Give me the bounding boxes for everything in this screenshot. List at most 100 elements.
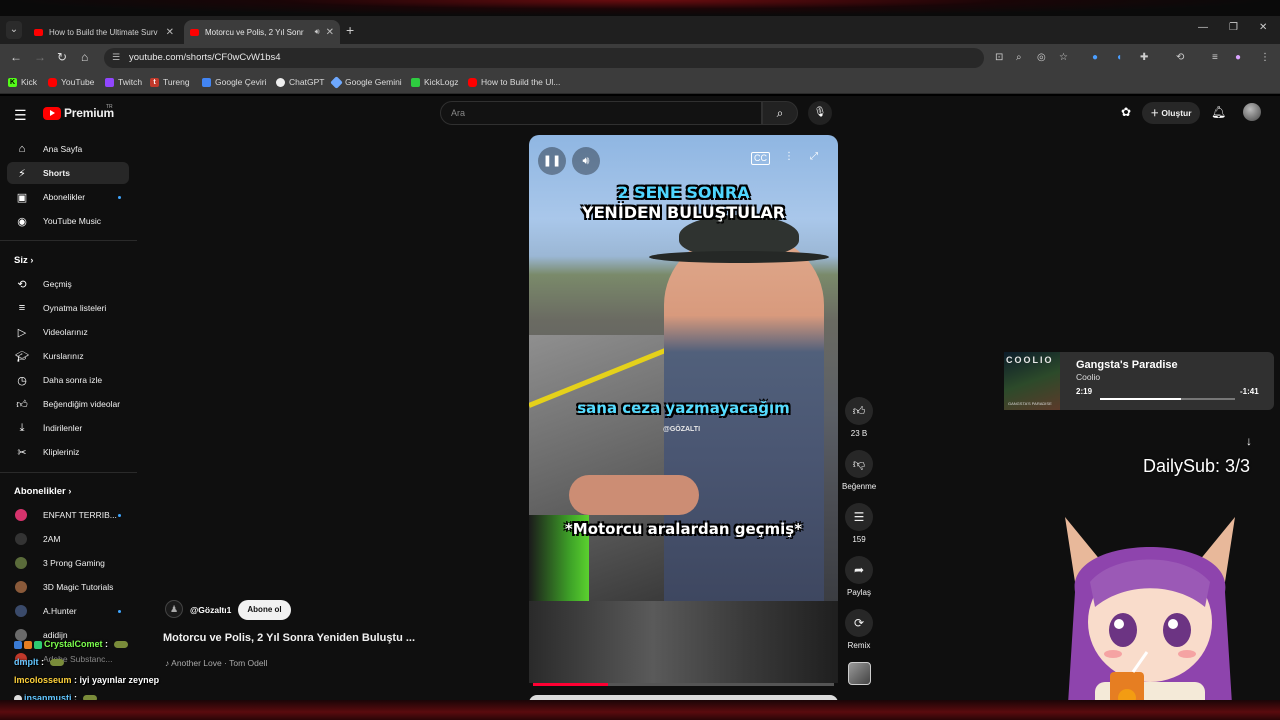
- maximize-icon[interactable]: ❐: [1229, 22, 1238, 33]
- now-playing-artist: Coolio: [1076, 372, 1101, 382]
- channel-avatar[interactable]: ♟: [165, 600, 183, 618]
- install-app-icon[interactable]: ⊡: [995, 52, 1003, 63]
- sidebar-item-clips[interactable]: ✂︎ Klipleriniz: [7, 441, 129, 463]
- logo-region: TR: [106, 104, 113, 110]
- dislike-button[interactable]: 👎︎ Beğenme: [842, 450, 876, 491]
- eye-off-icon[interactable]: ◎: [1037, 52, 1046, 63]
- reload-icon[interactable]: ↻: [57, 50, 67, 64]
- sidebar-item-shorts[interactable]: ⚡︎ Shorts: [7, 162, 129, 184]
- sidebar-item-downloads[interactable]: ⤓ İndirilenler: [7, 417, 129, 439]
- mascot-eye-shine: [1168, 619, 1178, 629]
- browser-tab[interactable]: How to Build the Ultimate Surv ✕: [28, 20, 180, 44]
- mascot-blush: [1178, 650, 1196, 658]
- studio-icon[interactable]: ✿: [1121, 105, 1131, 119]
- bookmark-twitch[interactable]: Twitch: [105, 77, 142, 87]
- sidebar-subscriptions-heading[interactable]: Abonelikler ›: [14, 486, 71, 497]
- extensions-puzzle-icon[interactable]: ✚: [1140, 52, 1148, 63]
- audio-playing-icon[interactable]: 🔊︎: [315, 27, 320, 37]
- remix-button[interactable]: ⟳ Remix: [842, 609, 876, 650]
- home-icon[interactable]: ⌂: [81, 50, 88, 64]
- volume-button[interactable]: 🔊︎: [572, 147, 600, 175]
- close-tab-icon[interactable]: ✕: [326, 27, 334, 38]
- youtube-premium-logo[interactable]: Premium TR: [43, 104, 114, 120]
- sidebar-sub-channel[interactable]: 3D Magic Tutorials: [7, 576, 129, 598]
- sidebar-item-youtube-music[interactable]: ◉ YouTube Music: [7, 210, 129, 232]
- pause-button[interactable]: ❚❚: [538, 147, 566, 175]
- notifications-bell-icon[interactable]: 🔔︎: [1211, 105, 1226, 119]
- new-tab-icon[interactable]: +: [346, 22, 354, 38]
- search-input[interactable]: Ara: [440, 101, 762, 125]
- profile-icon[interactable]: ●: [1235, 52, 1241, 63]
- channel-name[interactable]: @Gözaltı1: [190, 605, 231, 615]
- sidebar-sub-channel[interactable]: ENFANT TERRIB...: [7, 504, 129, 526]
- tab-search-chevron-icon[interactable]: ⌄: [6, 21, 22, 39]
- twitch-icon: [105, 77, 114, 87]
- menu-kebab-icon[interactable]: ⋮: [1260, 52, 1270, 63]
- tab-title: How to Build the Ultimate Surv: [49, 27, 158, 37]
- shorts-video-player[interactable]: ❚❚ 🔊︎ CC ⋮ ⤢ 2 SENE SONRA YENİDEN BULUŞT…: [529, 135, 838, 601]
- sidebar-item-label: A.Hunter: [43, 606, 77, 616]
- search-button[interactable]: ⌕: [762, 101, 798, 125]
- address-bar[interactable]: ☰ youtube.com/shorts/CF0wCvW1bs4: [104, 48, 984, 68]
- browser-tab-active[interactable]: Motorcu ve Polis, 2 Yıl Sonr 🔊︎ ✕: [184, 20, 340, 44]
- zoom-icon[interactable]: ⌕: [1016, 52, 1022, 63]
- bookmark-gemini[interactable]: Google Gemini: [330, 75, 402, 89]
- subscribe-button[interactable]: Abone ol: [238, 600, 291, 620]
- chevron-right-icon: ›: [30, 255, 34, 265]
- video-caption-bottom: *Motorcu aralardan geçmiş*: [564, 520, 803, 538]
- pause-icon: ❚❚: [542, 155, 562, 167]
- close-window-icon[interactable]: ✕: [1259, 22, 1267, 33]
- sidebar-sub-channel[interactable]: A.Hunter: [7, 600, 129, 622]
- remix-label: Remix: [847, 641, 871, 650]
- more-options-icon[interactable]: ⋮: [784, 151, 794, 162]
- sidebar-sub-channel[interactable]: 2AM: [7, 528, 129, 550]
- bookmark-star-icon[interactable]: ☆: [1059, 52, 1068, 63]
- sidebar-sub-channel[interactable]: 3 Prong Gaming: [7, 552, 129, 574]
- minimize-icon[interactable]: —: [1198, 22, 1208, 33]
- close-tab-icon[interactable]: ✕: [166, 27, 174, 38]
- sound-thumbnail[interactable]: [848, 662, 871, 685]
- reading-list-icon[interactable]: ≡: [1212, 52, 1218, 63]
- sidebar-you-heading[interactable]: Siz ›: [14, 255, 33, 266]
- bookmark-chatgpt[interactable]: ChatGPT: [276, 77, 324, 87]
- sidebar-item-courses[interactable]: 🎓︎ Kurslarınız: [7, 345, 129, 367]
- history-icon[interactable]: ⟲: [1176, 52, 1184, 63]
- sidebar-item-subscriptions[interactable]: ▣ Abonelikler: [7, 186, 129, 208]
- sidebar-item-home[interactable]: ⌂ Ana Sayfa: [7, 138, 129, 160]
- sidebar-item-playlists[interactable]: ≡ Oynatma listeleri: [7, 297, 129, 319]
- share-button[interactable]: ➦ Paylaş: [842, 556, 876, 597]
- site-info-icon[interactable]: ☰: [112, 52, 122, 62]
- bookmark-tureng[interactable]: t Tureng: [150, 77, 190, 87]
- short-title[interactable]: Motorcu ve Polis, 2 Yıl Sonra Yeniden Bu…: [163, 632, 415, 644]
- arrow-down-icon[interactable]: ↓: [1241, 434, 1257, 448]
- bookmark-label: ChatGPT: [289, 77, 325, 87]
- like-button[interactable]: 👍︎ 23 B: [842, 397, 876, 438]
- back-icon[interactable]: ←: [10, 50, 22, 64]
- bookmark-youtube[interactable]: YouTube: [48, 77, 94, 87]
- channel-avatar: [15, 557, 27, 569]
- create-button[interactable]: ＋ Oluştur: [1142, 102, 1200, 124]
- bookmark-google-ceviri[interactable]: Google Çeviri: [202, 77, 267, 87]
- comments-button[interactable]: ☰ 159: [842, 503, 876, 544]
- fullscreen-icon[interactable]: ⤢: [810, 151, 818, 162]
- sidebar-item-your-videos[interactable]: ▷ Videolarınız: [7, 321, 129, 343]
- bookmark-kicklogz[interactable]: KickLogz: [411, 77, 459, 87]
- extension-shield-icon[interactable]: ●: [1092, 52, 1098, 63]
- courses-icon: 🎓︎: [15, 350, 29, 363]
- sidebar-item-watch-later[interactable]: ◷ Daha sonra izle: [7, 369, 129, 391]
- video-progress-bar[interactable]: [533, 683, 834, 686]
- voice-search-button[interactable]: 🎙︎: [808, 101, 832, 125]
- short-music[interactable]: ♪ Another Love · Tom Odell: [165, 658, 267, 668]
- sidebar-item-history[interactable]: ⟲ Geçmiş: [7, 273, 129, 295]
- mascot-blush: [1104, 650, 1122, 658]
- forward-icon[interactable]: →: [34, 50, 46, 64]
- extension-audio-icon[interactable]: ◖: [1116, 52, 1122, 63]
- bookmark-how-to-build[interactable]: How to Build the Ul...: [468, 77, 560, 87]
- kicklogz-icon: [411, 77, 420, 87]
- bookmark-kick[interactable]: K Kick: [8, 77, 37, 87]
- captions-icon[interactable]: CC: [751, 152, 770, 165]
- sidebar-item-liked-videos[interactable]: 👍︎ Beğendiğim videolar: [7, 393, 129, 415]
- account-avatar[interactable]: [1243, 103, 1261, 121]
- mascot-eye-left: [1109, 613, 1137, 647]
- hamburger-menu-icon[interactable]: ☰: [14, 107, 27, 124]
